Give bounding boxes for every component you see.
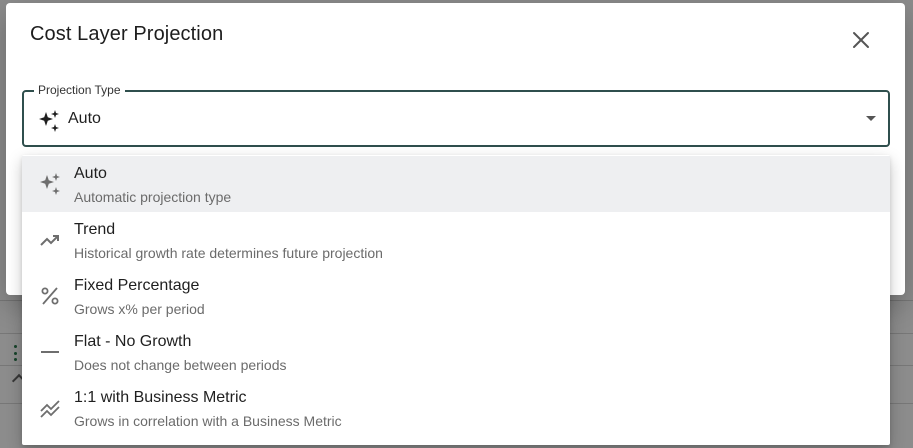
dialog-title: Cost Layer Projection [30,23,224,45]
menu-item-fixed-percentage[interactable]: Fixed Percentage Grows x% per period [22,268,890,324]
menu-item-label: Auto [74,165,107,182]
sparkles-icon [39,110,59,132]
trending-up-icon [40,235,59,246]
projection-type-menu: Auto Automatic projection type Trend His… [22,155,890,445]
sparkles-icon [40,173,60,195]
close-icon [853,32,869,48]
projection-type-value: Auto [68,110,101,127]
menu-item-label: 1:1 with Business Metric [74,389,247,406]
menu-item-description: Automatic projection type [74,189,232,205]
close-button[interactable] [848,27,874,53]
projection-type-label: Projection Type [34,83,125,97]
menu-item-label: Flat - No Growth [74,333,192,350]
menu-item-auto[interactable]: Auto Automatic projection type [22,156,890,212]
dropdown-arrow-icon[interactable] [866,116,876,121]
percent-icon [41,287,59,305]
menu-item-description: Does not change between periods [74,357,287,373]
projection-type-select[interactable]: Projection Type Auto [22,83,890,147]
menu-item-description: Grows in correlation with a Business Met… [74,413,342,429]
menu-item-label: Trend [74,221,116,238]
dash-icon [41,351,59,353]
menu-item-description: Historical growth rate determines future… [74,245,383,261]
menu-item-description: Grows x% per period [74,301,205,317]
menu-item-label: Fixed Percentage [74,277,200,294]
menu-item-trend[interactable]: Trend Historical growth rate determines … [22,212,890,268]
correlation-icon [40,400,60,418]
menu-item-business-metric[interactable]: 1:1 with Business Metric Grows in correl… [22,380,890,436]
menu-item-flat-no-growth[interactable]: Flat - No Growth Does not change between… [22,324,890,380]
